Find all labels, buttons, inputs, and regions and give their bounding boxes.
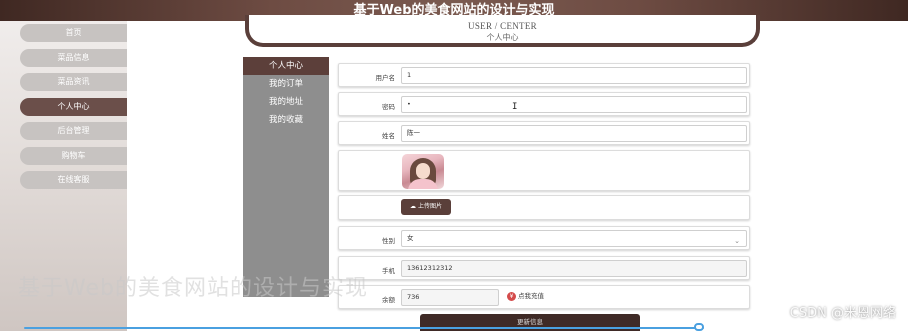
upload-row: ☁ 上传图片 [338, 195, 750, 220]
user-sub-nav: 个人中心 我的订单 我的地址 我的收藏 [243, 57, 329, 297]
text-cursor-icon: I [512, 102, 518, 112]
nav-item-home[interactable]: 首页 [20, 24, 127, 42]
progress-track [24, 327, 704, 329]
balance-row: 余额 736 ¥ 点我充值 [338, 285, 750, 309]
csdn-watermark: CSDN @米恩网络 [789, 306, 896, 321]
upload-cloud-icon: ☁ [410, 203, 418, 210]
profile-form: 用户名 1 密码 • 姓名 陈一 ☁ 上传图片 性别 女 ⌄ 手机 136123… [336, 58, 754, 331]
password-row: 密码 • [338, 92, 750, 116]
user-center-title-cn: 个人中心 [486, 33, 519, 42]
name-label: 姓名 [382, 132, 395, 140]
sub-nav-orders[interactable]: 我的订单 [243, 75, 329, 93]
nav-item-customer-service[interactable]: 在线客服 [20, 171, 127, 189]
recharge-link[interactable]: ¥ 点我充值 [507, 290, 544, 301]
password-input[interactable]: • [401, 96, 747, 113]
username-input[interactable]: 1 [401, 67, 747, 84]
user-center-title-en: USER / CENTER [468, 21, 537, 31]
gender-value: 女 [407, 234, 414, 242]
gender-row: 性别 女 ⌄ [338, 226, 750, 250]
avatar-image [402, 154, 444, 189]
recharge-icon: ¥ [507, 291, 516, 301]
overlay-ghost-title: 基于Web的美食网站的设计与实现 [18, 276, 368, 301]
phone-input[interactable]: 13612312312 [401, 260, 747, 277]
upload-image-button[interactable]: ☁ 上传图片 [401, 199, 451, 215]
nav-item-dishes[interactable]: 菜品信息 [20, 48, 127, 67]
balance-input: 736 [401, 289, 499, 306]
name-row: 姓名 陈一 [338, 121, 750, 145]
name-input[interactable]: 陈一 [401, 125, 747, 142]
progress-handle[interactable] [694, 323, 704, 331]
nav-item-news[interactable]: 菜品资讯 [20, 73, 127, 91]
gender-select[interactable]: 女 ⌄ [401, 230, 747, 247]
nav-item-cart[interactable]: 购物车 [20, 146, 127, 165]
nav-item-user-center[interactable]: 个人中心 [20, 97, 127, 116]
username-label: 用户名 [375, 74, 396, 82]
password-label: 密码 [382, 103, 395, 111]
sub-nav-addresses[interactable]: 我的地址 [243, 93, 329, 111]
sub-nav-favorites[interactable]: 我的收藏 [243, 111, 329, 129]
username-row: 用户名 1 [338, 63, 750, 87]
recharge-label: 点我充值 [518, 292, 544, 300]
phone-row: 手机 13612312312 [338, 256, 750, 280]
main-nav: 首页 菜品信息 菜品资讯 个人中心 后台管理 购物车 在线客服 [20, 24, 127, 196]
sub-nav-profile[interactable]: 个人中心 [243, 57, 329, 75]
avatar-face [416, 163, 430, 179]
avatar-row [338, 150, 750, 191]
chevron-down-icon: ⌄ [734, 237, 740, 245]
nav-item-admin[interactable]: 后台管理 [20, 122, 127, 140]
upload-image-label: 上传图片 [417, 203, 442, 210]
gender-label: 性别 [382, 237, 395, 245]
user-center-header: USER / CENTER 个人中心 [245, 15, 760, 47]
